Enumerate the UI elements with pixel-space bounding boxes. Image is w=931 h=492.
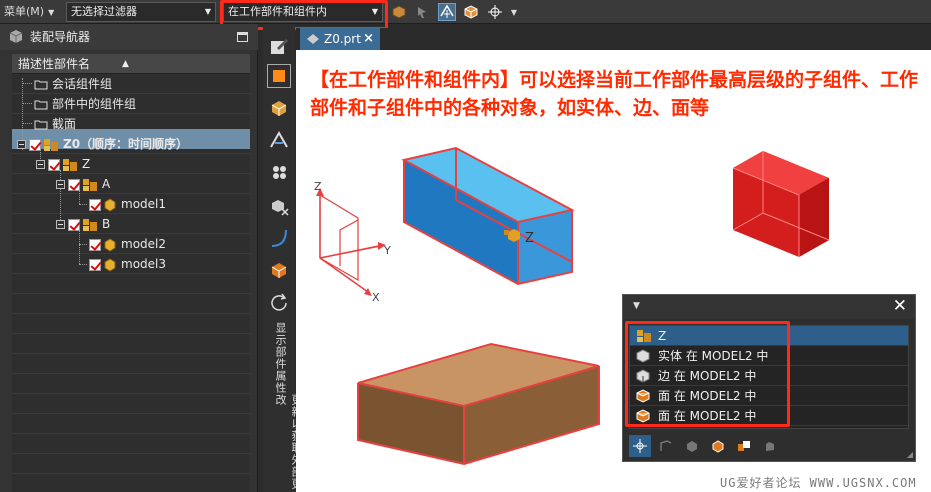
assembly-icon [44, 138, 58, 151]
wave-link-icon[interactable] [267, 128, 291, 152]
visibility-checkbox[interactable] [89, 238, 101, 251]
component-filter-icon[interactable] [733, 435, 755, 457]
display-part-properties-label[interactable]: 显示部件属性 [272, 322, 288, 394]
feature-filter-icon[interactable] [655, 435, 677, 457]
tree-node-components-in-part[interactable]: 部件中的组件组 [34, 94, 136, 114]
part-file-icon [307, 34, 319, 44]
visibility-checkbox[interactable] [48, 158, 60, 171]
quickpick-highlight-box [625, 321, 790, 427]
tree-node-z[interactable]: Z [36, 154, 90, 174]
assembly-icon [83, 218, 97, 231]
close-icon[interactable]: × [363, 28, 374, 50]
tree-connector [22, 83, 32, 84]
part-icon [104, 237, 116, 252]
pattern-components-icon[interactable] [267, 160, 291, 184]
part-icon [104, 257, 116, 272]
resource-bar: 显示部件属性 更新以获取外部更改 [263, 24, 303, 492]
assembly-icon [83, 178, 97, 191]
orange-square-icon[interactable] [267, 64, 291, 88]
navigator-title: 装配导航器 [30, 30, 91, 44]
chevron-down-icon: ▼ [204, 7, 211, 16]
svg-text:Z: Z [314, 180, 322, 193]
curve-icon[interactable] [267, 226, 291, 250]
tree-node-section[interactable]: 截面 [34, 114, 76, 134]
blue-box-model[interactable] [401, 146, 575, 286]
tab-z0-prt[interactable]: Z0.prt × [300, 28, 380, 50]
svg-text:Z: Z [525, 231, 534, 246]
visibility-checkbox[interactable] [68, 178, 80, 191]
select-edge-icon[interactable] [438, 3, 456, 21]
edit-attributes-icon[interactable] [267, 34, 291, 58]
tree-connector [79, 230, 80, 264]
top-toolbar: 菜单(M) ▼ 无选择过滤器 ▼ 在工作部件和组件内 ▼ ▼ [0, 0, 931, 24]
navigator-title-bar: 装配导航器 [0, 24, 258, 50]
chevron-down-icon[interactable]: ▼ [508, 3, 520, 21]
quickpick-header: ▼ ✕ [623, 295, 915, 319]
folder-icon [34, 120, 48, 130]
column-header-part-name[interactable]: 描述性部件名 ▲ [12, 54, 250, 74]
body-filter-icon[interactable] [681, 435, 703, 457]
tree-connector [22, 123, 32, 124]
type-filter-select[interactable]: 无选择过滤器 ▼ [66, 2, 216, 22]
visibility-checkbox[interactable] [89, 258, 101, 271]
collapse-toggle[interactable] [56, 220, 65, 229]
collapse-toggle[interactable] [17, 140, 26, 149]
resize-grip-icon[interactable]: ◢ [907, 450, 913, 459]
tree-connector [79, 264, 87, 265]
quickpick-filter-toolbar [629, 435, 829, 457]
menu-button[interactable]: 菜单(M) ▼ [0, 3, 58, 21]
folder-icon [34, 80, 48, 90]
tree-node-model3[interactable]: model3 [89, 254, 166, 274]
tree-node-model2[interactable]: model2 [89, 234, 166, 254]
tree-node-session-group[interactable]: 会话组件组 [34, 74, 112, 94]
visibility-checkbox[interactable] [89, 198, 101, 211]
assembly-icon [63, 158, 77, 171]
red-cube-model[interactable] [732, 151, 830, 257]
graphics-tab-bar: Z0.prt × [296, 28, 931, 50]
visibility-checkbox[interactable] [68, 218, 80, 231]
tree-node-model1[interactable]: model1 [89, 194, 166, 214]
tree-node-root-z0[interactable]: Z0（顺序：时间顺序） [17, 134, 188, 154]
tree-node-b[interactable]: B [56, 214, 110, 234]
part-icon [104, 197, 116, 212]
wcs-triad: Z Y X [314, 180, 391, 304]
svg-text:X: X [372, 291, 380, 304]
tree-node-a[interactable]: A [56, 174, 110, 194]
restore-window-icon[interactable] [237, 32, 248, 42]
refresh-icon[interactable] [267, 290, 291, 314]
svg-text:Y: Y [383, 244, 391, 257]
make-work-part-icon[interactable] [267, 258, 291, 282]
tree-connector [22, 103, 32, 104]
collapse-toggle[interactable] [56, 180, 65, 189]
hand-filter-icon[interactable] [759, 435, 781, 457]
chevron-down-icon[interactable]: ▼ [633, 301, 640, 311]
collapse-toggle[interactable] [36, 160, 45, 169]
point-snap-icon[interactable] [486, 3, 504, 21]
tree-connector [79, 204, 87, 205]
remove-component-icon[interactable] [267, 194, 291, 218]
chevron-down-icon: ▼ [48, 8, 55, 17]
assembly-navigator-icon [10, 30, 22, 43]
tree-connector [79, 244, 87, 245]
folder-icon [34, 100, 48, 110]
all-objects-filter-icon[interactable] [629, 435, 651, 457]
close-icon[interactable]: ✕ [893, 296, 907, 316]
watermark-text: UG爱好者论坛 WWW.UGSNX.COM [720, 476, 917, 490]
select-feature-icon[interactable] [414, 3, 432, 21]
assembly-load-icon[interactable] [267, 96, 291, 120]
sort-ascending-icon: ▲ [122, 59, 129, 69]
face-filter-icon[interactable] [707, 435, 729, 457]
select-body-icon[interactable] [462, 3, 480, 21]
select-component-icon[interactable] [390, 3, 408, 21]
visibility-checkbox[interactable] [29, 138, 41, 151]
brown-tray-model[interactable] [357, 342, 600, 466]
